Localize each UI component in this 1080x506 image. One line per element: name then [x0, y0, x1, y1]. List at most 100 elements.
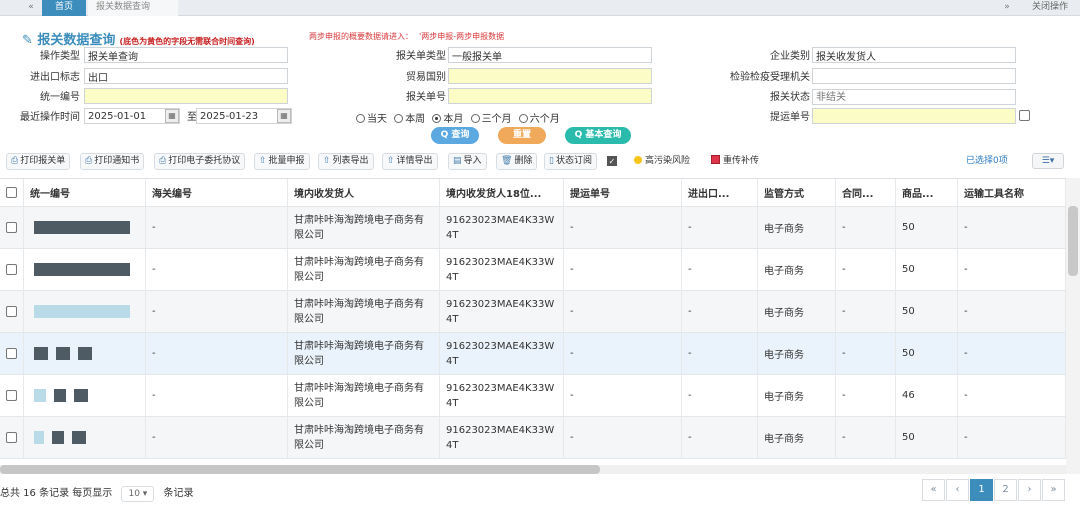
bill-no-checkbox[interactable] [1019, 110, 1030, 121]
page-1-button[interactable]: 1 [970, 479, 993, 501]
cell-customs-no: - [146, 291, 288, 332]
basic-search-button[interactable]: Q 基本查询 [565, 127, 631, 144]
upload-icon: ⇧ [323, 156, 331, 166]
header-ie[interactable]: 进出口... [682, 179, 758, 206]
recent-time-label: 最近操作时间 [20, 112, 80, 123]
select-all-checkbox[interactable] [6, 187, 17, 198]
inspection-org-input[interactable] [812, 68, 1016, 84]
status-subscribe-button[interactable]: ▯ 状态订阅 [544, 153, 597, 170]
list-export-button[interactable]: ⇧ 列表导出 [318, 153, 374, 170]
cell-ie: - [682, 207, 758, 248]
radio-dot [356, 114, 365, 123]
red-square-icon [711, 155, 720, 164]
table-row[interactable]: - 甘肃咔咔海淘跨境电子商务有限公司 91623023MAE4K33W4T - … [0, 417, 1066, 459]
print-e-agreement-button[interactable]: ⎙ 打印电子委托协议 [154, 153, 246, 170]
trade-country-input[interactable] [448, 68, 652, 84]
cell-consignor: 甘肃咔咔海淘跨境电子商务有限公司 [288, 291, 440, 332]
cell-consignor: 甘肃咔咔海淘跨境电子商务有限公司 [288, 333, 440, 374]
cell-bill-no: - [564, 333, 682, 374]
upload-icon: ⇧ [387, 156, 395, 166]
cell-contract: - [836, 375, 896, 416]
yellow-dot-icon [634, 156, 642, 164]
horizontal-scrollbar[interactable] [0, 465, 1066, 474]
tab-scroll-right-icon[interactable]: » [998, 0, 1016, 16]
last-page-button[interactable]: » [1042, 479, 1065, 501]
bill-no-input[interactable] [812, 108, 1016, 124]
op-type-select[interactable] [84, 47, 288, 63]
bill-no-label: 提运单号 [770, 112, 810, 123]
header-supervision-mode[interactable]: 监管方式 [758, 179, 836, 206]
radio-dot [518, 114, 528, 123]
header-consignor-code[interactable]: 境内收发货人18位... [440, 179, 564, 206]
cell-unified-no [24, 249, 146, 290]
cell-supervision-mode: 电子商务 [758, 375, 836, 416]
detail-export-button[interactable]: ⇧ 详情导出 [382, 153, 438, 170]
batch-declare-button[interactable]: ⇧ 批量申报 [254, 153, 310, 170]
scroll-thumb[interactable] [0, 465, 600, 474]
ie-flag-select[interactable] [84, 68, 288, 84]
header-consignor[interactable]: 境内收发货人 [288, 179, 440, 206]
cell-ie: - [682, 249, 758, 290]
first-page-button[interactable]: « [922, 479, 945, 501]
scroll-thumb[interactable] [1068, 206, 1078, 276]
radio-this-week[interactable]: 本周 [394, 110, 425, 125]
row-checkbox[interactable] [6, 222, 17, 233]
row-checkbox[interactable] [6, 264, 17, 275]
print-notice-button[interactable]: ⎙ 打印通知书 [80, 153, 145, 170]
calendar-icon[interactable]: ▦ [165, 109, 179, 123]
table-row[interactable]: - 甘肃咔咔海淘跨境电子商务有限公司 91623023MAE4K33W4T - … [0, 375, 1066, 417]
delete-button[interactable]: 🗑 删除 [496, 153, 538, 170]
time-range-radios: 当天 本周 本月 三个月 六个月 [356, 110, 564, 125]
header-unified-no[interactable]: 统一编号 [24, 179, 146, 206]
page-2-button[interactable]: 2 [994, 479, 1017, 501]
row-checkbox[interactable] [6, 348, 17, 359]
tab-scroll-left-icon[interactable]: « [22, 0, 40, 16]
decl-type-select[interactable] [448, 47, 652, 63]
date-to-label: 至 [187, 112, 197, 123]
column-toggle-button[interactable]: ☰▾ [1032, 153, 1064, 169]
row-select-cell [0, 333, 24, 374]
cell-transport: - [958, 375, 1066, 416]
next-page-button[interactable]: › [1018, 479, 1041, 501]
decl-no-input[interactable] [448, 88, 652, 104]
prev-page-button[interactable]: ‹ [946, 479, 969, 501]
header-customs-no[interactable]: 海关编号 [146, 179, 288, 206]
cell-goods: 50 [896, 249, 958, 290]
calendar-icon[interactable]: ▦ [277, 109, 291, 123]
radio-three-months[interactable]: 三个月 [470, 110, 512, 125]
trash-icon: 🗑 [501, 156, 513, 166]
row-checkbox[interactable] [6, 390, 17, 401]
row-checkbox[interactable] [6, 432, 17, 443]
radio-today[interactable]: 当天 [356, 110, 387, 125]
import-button[interactable]: ▤ 导入 [448, 153, 487, 170]
page-size-select[interactable]: 10 ▾ [121, 486, 155, 502]
header-goods[interactable]: 商品... [896, 179, 958, 206]
table-row[interactable]: - 甘肃咔咔海淘跨境电子商务有限公司 91623023MAE4K33W4T - … [0, 291, 1066, 333]
company-type-select[interactable] [812, 47, 1016, 63]
tab-customs-query[interactable]: 报关数据查询 [88, 0, 178, 16]
cell-contract: - [836, 333, 896, 374]
row-checkbox[interactable] [6, 306, 17, 317]
toolbar-checkbox[interactable]: ✓ [607, 154, 617, 169]
unified-no-input[interactable] [84, 88, 288, 104]
radio-six-months[interactable]: 六个月 [518, 110, 560, 125]
two-step-link[interactable]: '两步申报-两步申报数据 [419, 32, 504, 41]
header-contract[interactable]: 合同... [836, 179, 896, 206]
tab-home[interactable]: 首页 [42, 0, 86, 16]
header-transport[interactable]: 运输工具名称 [958, 179, 1066, 206]
header-bill-no[interactable]: 提运单号 [564, 179, 682, 206]
vertical-scrollbar[interactable] [1066, 178, 1080, 474]
cell-consignor: 甘肃咔咔海淘跨境电子商务有限公司 [288, 207, 440, 248]
decl-status-select[interactable] [812, 89, 1016, 105]
reset-button[interactable]: 重置 [498, 127, 546, 144]
search-button[interactable]: Q 查询 [431, 127, 479, 144]
radio-this-month[interactable]: 本月 [432, 110, 463, 125]
table-toolbar: ⎙ 打印报关单 ⎙ 打印通知书 ⎙ 打印电子委托协议 ⇧ 批量申报 ⇧ 列表导出 ⇧ 详情导… [0, 150, 1080, 172]
print-declaration-button[interactable]: ⎙ 打印报关单 [6, 153, 71, 170]
tab-close-actions[interactable]: 关闭操作 [1030, 0, 1080, 16]
trade-country-label: 贸易国别 [406, 72, 446, 83]
cell-supervision-mode: 电子商务 [758, 249, 836, 290]
table-row[interactable]: - 甘肃咔咔海淘跨境电子商务有限公司 91623023MAE4K33W4T - … [0, 333, 1066, 375]
table-row[interactable]: - 甘肃咔咔海淘跨境电子商务有限公司 91623023MAE4K33W4T - … [0, 249, 1066, 291]
table-row[interactable]: - 甘肃咔咔海淘跨境电子商务有限公司 91623023MAE4K33W4T - … [0, 207, 1066, 249]
